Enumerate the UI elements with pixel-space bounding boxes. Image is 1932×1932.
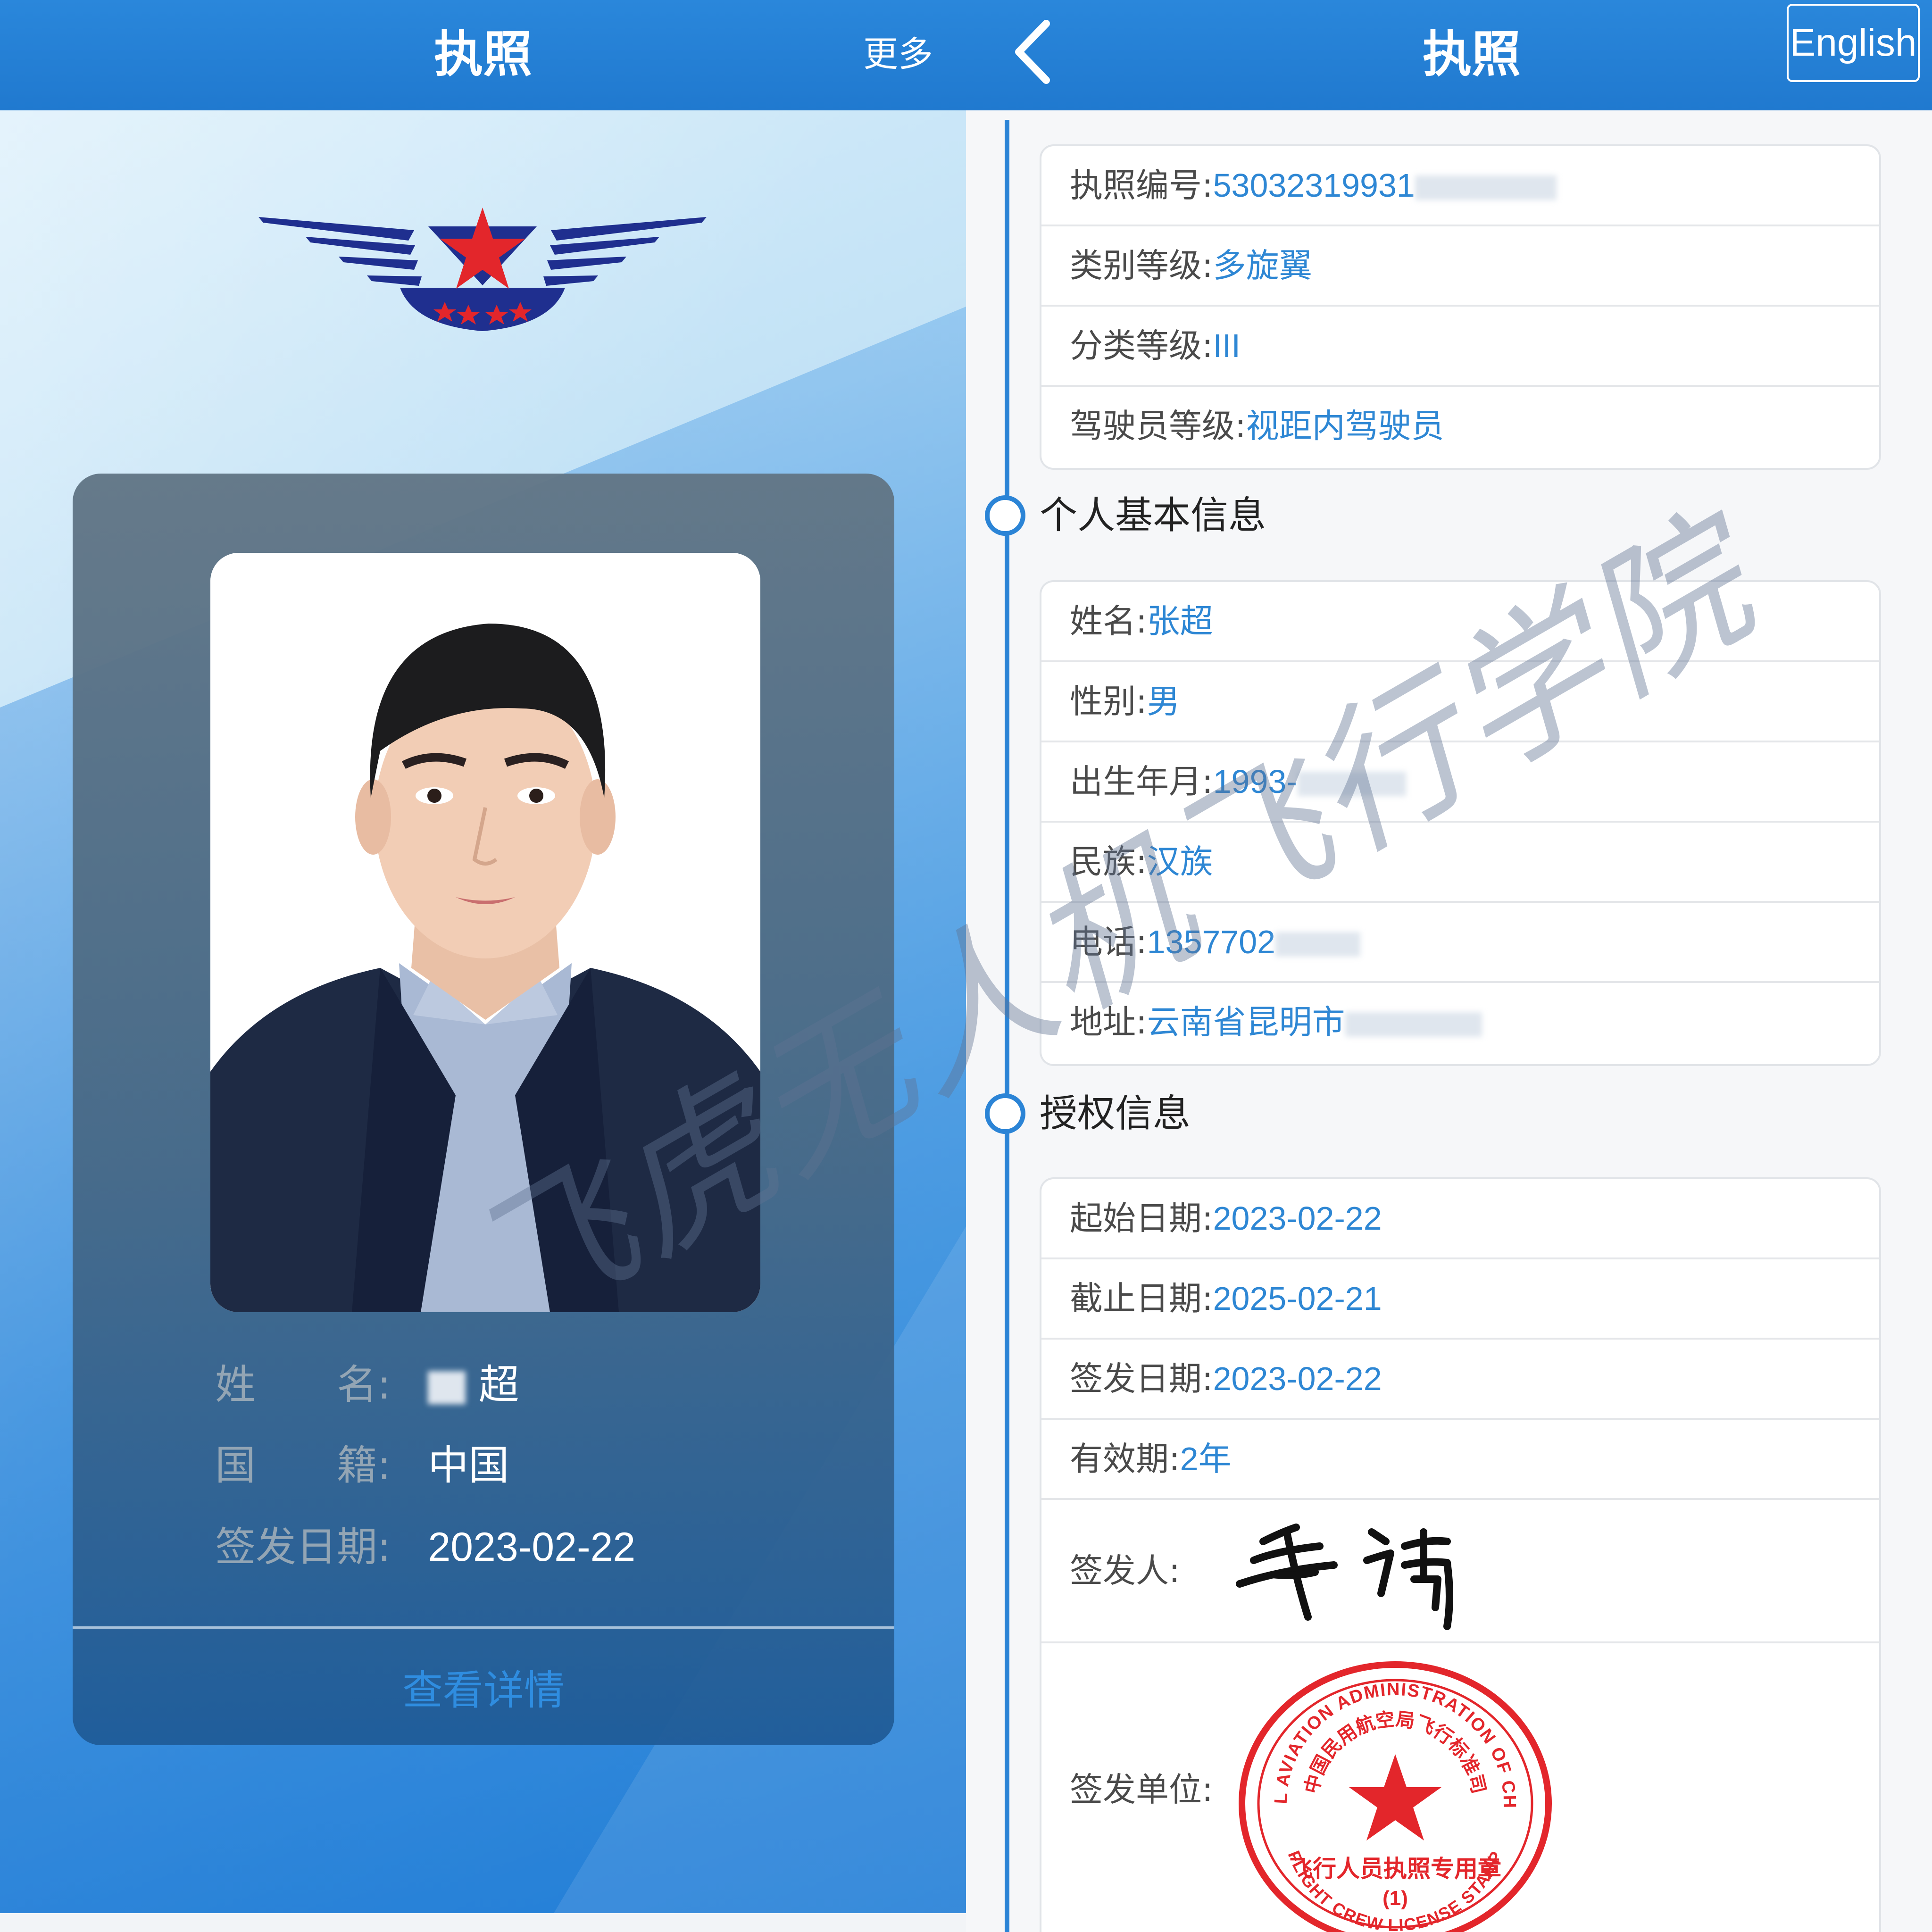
name-value: 张超 bbox=[1147, 603, 1213, 640]
caac-logo bbox=[258, 208, 707, 331]
class-row: 分类等级:III bbox=[1041, 307, 1879, 387]
official-seal-stamp: CIVIL AVIATION ADMINISTRATION OF CHINA 中… bbox=[1230, 1639, 1552, 1932]
pilot-level-value: 视距内驾驶员 bbox=[1246, 408, 1444, 444]
license-number-row: 执照编号:53032319931 bbox=[1041, 146, 1879, 226]
issuing-unit-label: 签发单位: bbox=[1070, 1770, 1213, 1809]
license-number-value: 53032319931 bbox=[1213, 167, 1415, 204]
name-row: 姓 名: 超 bbox=[215, 1357, 519, 1413]
end-date-value: 2025-02-21 bbox=[1213, 1280, 1382, 1317]
more-button[interactable]: 更多 bbox=[863, 19, 933, 90]
left-header-bar: 执照 更多 bbox=[0, 0, 966, 110]
license-number-label: 执照编号: bbox=[1070, 166, 1213, 205]
right-header-bar: 执照 English bbox=[966, 0, 1932, 110]
bottom-strip bbox=[0, 1913, 966, 1932]
issue-date-label: 签发日期: bbox=[215, 1524, 391, 1571]
name-label: 姓 名: bbox=[215, 1361, 391, 1408]
nationality-row: 国 籍: 中国 bbox=[215, 1437, 509, 1494]
issue-date-row: 签发日期: 2023-02-22 bbox=[215, 1519, 635, 1575]
english-language-button[interactable]: English bbox=[1787, 4, 1920, 82]
issue-date-label: 签发日期: bbox=[1070, 1359, 1213, 1398]
class-label: 分类等级: bbox=[1070, 326, 1213, 365]
class-value: III bbox=[1213, 327, 1241, 364]
issue-date-row: 签发日期:2023-02-22 bbox=[1041, 1340, 1879, 1420]
start-date-value: 2023-02-22 bbox=[1213, 1200, 1382, 1237]
validity-value: 2年 bbox=[1180, 1441, 1232, 1477]
issue-date-value: 2023-02-22 bbox=[1213, 1360, 1382, 1397]
license-info-box: 执照编号:53032319931 类别等级:多旋翼 分类等级:III 驾驶员等级… bbox=[1040, 144, 1881, 470]
issuer-row: 签发人: bbox=[1041, 1500, 1879, 1643]
category-row: 类别等级:多旋翼 bbox=[1041, 226, 1879, 307]
redacted-blur bbox=[1345, 1012, 1482, 1037]
redacted-blur bbox=[1415, 175, 1557, 200]
start-date-row: 起始日期:2023-02-22 bbox=[1041, 1179, 1879, 1259]
redacted-blur bbox=[428, 1371, 466, 1404]
page-title: 执照 bbox=[433, 25, 532, 83]
stamp-center-text: 飞行人员执照专用章 bbox=[1289, 1855, 1501, 1882]
pilot-level-row: 驾驶员等级:视距内驾驶员 bbox=[1041, 387, 1879, 467]
personal-info-section-title: 个人基本信息 bbox=[1040, 493, 1266, 537]
nationality-value: 中国 bbox=[428, 1443, 509, 1488]
pilot-level-label: 驾驶员等级: bbox=[1070, 407, 1246, 445]
authorization-info-box: 起始日期:2023-02-22 截止日期:2025-02-21 签发日期:202… bbox=[1040, 1177, 1881, 1932]
category-label: 类别等级: bbox=[1070, 246, 1213, 285]
start-date-label: 起始日期: bbox=[1070, 1199, 1213, 1238]
end-date-label: 截止日期: bbox=[1070, 1279, 1213, 1318]
chevron-left-icon[interactable] bbox=[999, 14, 1070, 90]
authorization-section-title: 授权信息 bbox=[1040, 1091, 1191, 1135]
nationality-label: 国 籍: bbox=[215, 1442, 391, 1489]
name-value: 超 bbox=[478, 1362, 519, 1407]
issuer-signature bbox=[1236, 1524, 1453, 1630]
star-icon bbox=[1349, 1754, 1441, 1840]
category-value: 多旋翼 bbox=[1213, 247, 1312, 284]
circle-node-icon bbox=[985, 495, 1025, 536]
card-divider bbox=[73, 1626, 894, 1629]
gender-label: 性别: bbox=[1070, 682, 1147, 721]
gender-value: 男 bbox=[1147, 683, 1180, 720]
name-label: 姓名: bbox=[1070, 602, 1147, 641]
stamp-number: (1) bbox=[1382, 1887, 1408, 1910]
validity-row: 有效期:2年 bbox=[1041, 1420, 1879, 1500]
end-date-row: 截止日期:2025-02-21 bbox=[1041, 1259, 1879, 1340]
issue-date-value: 2023-02-22 bbox=[428, 1524, 636, 1570]
address-value: 云南省昆明市 bbox=[1147, 1004, 1345, 1041]
issuer-label: 签发人: bbox=[1070, 1551, 1180, 1590]
validity-label: 有效期: bbox=[1070, 1440, 1180, 1478]
issuing-unit-row: 签发单位: CIVIL AVIATION ADMINISTRATION OF C… bbox=[1041, 1639, 1879, 1932]
page-title: 执照 bbox=[1422, 25, 1521, 83]
view-details-button[interactable]: 查看详情 bbox=[73, 1643, 894, 1738]
